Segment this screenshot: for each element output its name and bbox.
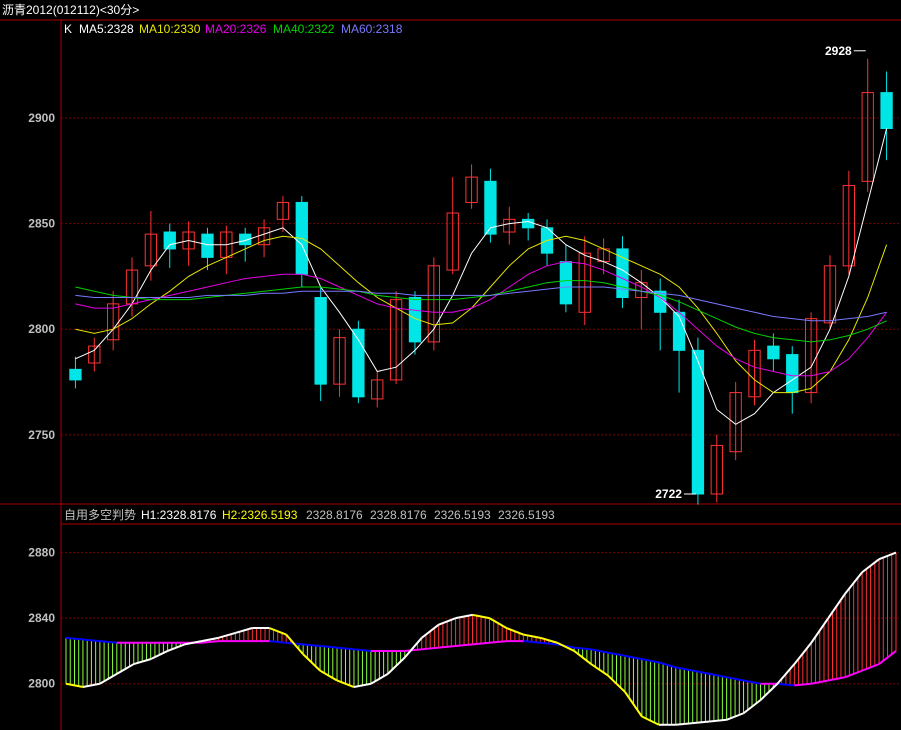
l-line-segment [404, 648, 422, 652]
l-line-segment [353, 648, 371, 652]
legend-ma40: MA40:2322 [273, 22, 335, 36]
main-y-tick-label: 2850 [28, 217, 55, 231]
candle-body [201, 233, 214, 258]
sub-legend-name: 自用多空判势 [64, 508, 136, 522]
candle-body [880, 92, 893, 130]
l-line-segment [574, 646, 592, 651]
ma5-line [75, 128, 888, 425]
futures-chart[interactable]: 2750 2800 2850 2900 2800 2840 2880 2928 2722 K… [0, 0, 901, 730]
candle-body [69, 368, 82, 381]
sub-legend-v1: 2328.8176 [306, 508, 363, 522]
l-line-segment [777, 682, 795, 687]
h-line-segment [675, 722, 693, 726]
price-annotations: 2928 2722 [655, 44, 866, 501]
sub-legend-h1: H1:2328.8176 [141, 508, 217, 522]
l-line-segment [489, 640, 507, 644]
sub-grid: 2800 2840 2880 [28, 546, 901, 691]
legend-ma10: MA10:2330 [139, 22, 201, 36]
sub-legend-v4: 2326.5193 [498, 508, 555, 522]
sub-y-tick-label: 2880 [28, 546, 55, 560]
candle-body [484, 180, 497, 235]
l-line-segment [455, 643, 473, 648]
l-line-segment [523, 640, 541, 644]
main-grid: 2750 2800 2850 2900 [28, 111, 901, 442]
candle-body [786, 354, 799, 394]
candle-body [522, 218, 535, 229]
legend-k: K [64, 22, 72, 36]
indicator-bars [65, 552, 897, 725]
legend-ma20: MA20:2326 [205, 22, 267, 36]
main-y-tick-label: 2800 [28, 322, 55, 336]
sub-legend-v2: 2328.8176 [370, 508, 427, 522]
main-y-tick-label: 2750 [28, 428, 55, 442]
sub-y-tick-label: 2800 [28, 677, 55, 691]
l-line-segment [303, 643, 321, 648]
l-line-segment [421, 646, 439, 651]
l-line-segment [82, 638, 100, 643]
legend-ma5: MA5:2328 [79, 22, 134, 36]
annotation-label: 2722 [655, 487, 682, 501]
sub-legend-v3: 2326.5193 [434, 508, 491, 522]
l-line-segment [794, 682, 812, 687]
l-line-segment [319, 645, 338, 649]
l-line-segment [99, 640, 117, 644]
l-line-segment [438, 645, 456, 649]
sub-legend-h2: H2:2326.5193 [222, 508, 298, 522]
candle-body [672, 311, 686, 351]
annotation-label: 2928 [825, 44, 852, 58]
sub-y-tick-label: 2840 [28, 611, 55, 625]
h-line-segment [692, 720, 710, 725]
l-line-segment [472, 641, 490, 646]
legend-ma60: MA60:2318 [341, 22, 403, 36]
candle-body [767, 345, 780, 360]
l-line-segment [336, 646, 355, 651]
ma20-line [75, 261, 888, 377]
h-line-segment [709, 718, 727, 723]
candle-body [314, 297, 327, 385]
moving-average-lines [75, 128, 888, 425]
candle-body [163, 231, 176, 250]
l-line-segment [65, 636, 84, 641]
main-y-tick-label: 2900 [28, 111, 55, 125]
h-line-segment [404, 637, 423, 659]
candlesticks [69, 58, 893, 505]
l-line-segment [269, 640, 287, 644]
candle-body [559, 261, 573, 305]
